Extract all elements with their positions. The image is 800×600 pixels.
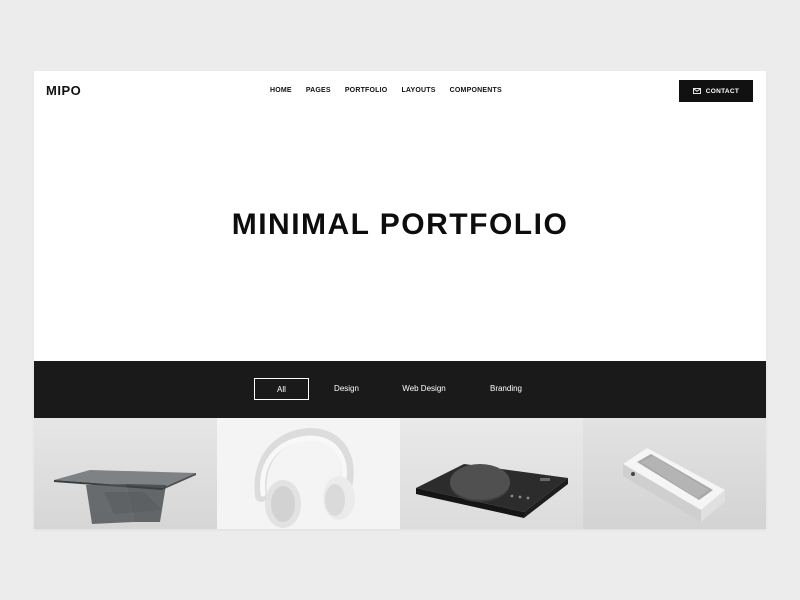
kitchen-scale-image xyxy=(400,418,583,529)
nav-home[interactable]: HOME xyxy=(270,87,292,94)
page-frame: MIPO HOME PAGES PORTFOLIO LAYOUTS COMPON… xyxy=(34,71,766,529)
portfolio-item-table[interactable] xyxy=(34,418,217,529)
portfolio-item-headphones[interactable] xyxy=(217,418,400,529)
filter-bar: All Design Web Design Branding xyxy=(34,361,766,418)
contact-button[interactable]: CONTACT xyxy=(679,80,753,102)
portfolio-item-scale[interactable] xyxy=(400,418,583,529)
filter-branding[interactable]: Branding xyxy=(480,378,532,400)
portfolio-item-device[interactable] xyxy=(583,418,766,529)
nav-pages[interactable]: PAGES xyxy=(306,87,331,94)
nav-components[interactable]: COMPONENTS xyxy=(450,87,502,94)
portfolio-grid xyxy=(34,418,766,529)
main-nav: HOME PAGES PORTFOLIO LAYOUTS COMPONENTS xyxy=(270,87,516,94)
filter-web-design[interactable]: Web Design xyxy=(392,378,456,400)
speaker-device-image xyxy=(583,418,766,529)
filter-design[interactable]: Design xyxy=(324,378,369,400)
glass-table-image xyxy=(34,418,217,529)
hero-title: MINIMAL PORTFOLIO xyxy=(231,208,569,241)
headphones-image xyxy=(217,418,400,529)
nav-portfolio[interactable]: PORTFOLIO xyxy=(345,87,388,94)
filter-all[interactable]: All xyxy=(254,378,309,400)
site-logo[interactable]: MIPO xyxy=(46,83,81,98)
nav-layouts[interactable]: LAYOUTS xyxy=(401,87,435,94)
site-header: MIPO HOME PAGES PORTFOLIO LAYOUTS COMPON… xyxy=(34,71,766,111)
envelope-icon xyxy=(692,88,701,94)
contact-label: CONTACT xyxy=(705,87,740,95)
